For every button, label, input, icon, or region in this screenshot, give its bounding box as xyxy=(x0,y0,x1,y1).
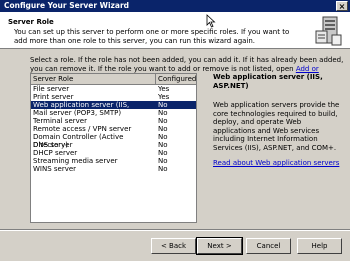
close-button[interactable]: × xyxy=(336,1,348,11)
configured-cell: No xyxy=(158,125,168,133)
role-name-cell: Domain Controller (Active Directory) xyxy=(33,133,124,149)
table-row[interactable]: Streaming media server No xyxy=(31,157,196,165)
help-button[interactable]: Help xyxy=(297,238,342,254)
details-text: Web application servers provide the core… xyxy=(213,101,340,152)
role-name-cell: File server xyxy=(33,85,70,93)
back-button[interactable]: < Back xyxy=(151,238,196,254)
mouse-cursor-icon xyxy=(206,14,216,28)
table-row[interactable]: File server Yes xyxy=(31,85,196,93)
column-header-server-role[interactable]: Server Role xyxy=(31,74,156,84)
role-details: Web application server (IIS, ASP.NET) We… xyxy=(213,73,343,167)
table-row[interactable]: Print server Yes xyxy=(31,93,196,101)
column-header-configured[interactable]: Configured xyxy=(156,74,196,84)
page-title: Server Role xyxy=(8,18,54,26)
table-row[interactable]: Domain Controller (Active Directory) No xyxy=(31,133,196,149)
page-description: You can set up this server to perform on… xyxy=(14,28,290,45)
table-row[interactable]: DHCP server No xyxy=(31,149,196,157)
configured-cell: No xyxy=(158,133,168,141)
configured-cell: No xyxy=(158,141,168,149)
table-row[interactable]: Mail server (POP3, SMTP) No xyxy=(31,109,196,117)
role-name-cell: WINS server xyxy=(33,165,77,173)
configured-cell: Yes xyxy=(158,93,170,101)
role-name-cell: Web application server (IIS, ASP.NET) xyxy=(33,101,130,117)
table-row[interactable]: Web application server (IIS, ASP.NET) No xyxy=(31,101,196,117)
configured-cell: No xyxy=(158,165,168,173)
role-name-cell: Terminal server xyxy=(33,117,87,125)
configured-cell: No xyxy=(158,109,168,117)
role-name-cell: Remote access / VPN server xyxy=(33,125,132,133)
configured-cell: No xyxy=(158,157,168,165)
role-name-cell: Print server xyxy=(33,93,74,101)
role-name-cell: DNS server xyxy=(33,141,73,149)
button-separator xyxy=(0,229,350,231)
role-name-cell: Streaming media server xyxy=(33,157,118,165)
server-role-list[interactable]: Server Role Configured File server Yes Pri… xyxy=(30,73,197,223)
configured-cell: No xyxy=(158,149,168,157)
next-button[interactable]: Next > xyxy=(196,237,243,255)
role-name-cell: DHCP server xyxy=(33,149,78,157)
read-about-link[interactable]: Read about Web application servers xyxy=(213,159,343,167)
configured-cell: No xyxy=(158,117,168,125)
table-row[interactable]: DNS server No xyxy=(31,141,196,149)
role-name-cell: Mail server (POP3, SMTP) xyxy=(33,109,122,117)
table-row[interactable]: WINS server No xyxy=(31,165,196,173)
list-header: Server Role Configured xyxy=(31,74,196,85)
wizard-header: Server Role You can set up this server t… xyxy=(0,12,350,49)
title-bar: Configure Your Server Wizard × xyxy=(0,0,350,12)
configured-cell: Yes xyxy=(158,85,170,93)
configured-cell: No xyxy=(158,101,168,109)
cancel-button[interactable]: Cancel xyxy=(246,238,291,254)
server-wizard-icon xyxy=(315,16,342,46)
table-row[interactable]: Remote access / VPN server No xyxy=(31,125,196,133)
table-row[interactable]: Terminal server No xyxy=(31,117,196,125)
window-title: Configure Your Server Wizard xyxy=(4,1,130,10)
details-title: Web application server (IIS, ASP.NET) xyxy=(213,73,323,90)
